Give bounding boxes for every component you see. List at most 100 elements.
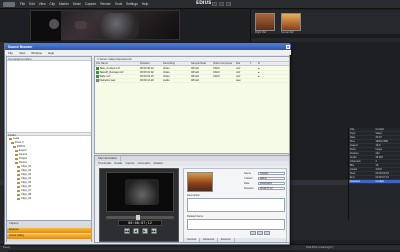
tree-item[interactable]: Clips_07 xyxy=(17,189,31,193)
info-row-selected[interactable]: SelectedCockpit xyxy=(349,180,400,184)
tree-item[interactable]: Clips_08 xyxy=(17,193,31,197)
tree-item[interactable]: Clips_02 xyxy=(17,169,31,173)
apply-button[interactable] xyxy=(250,231,256,235)
scrub-slider[interactable] xyxy=(106,216,174,219)
maximize-button[interactable] xyxy=(219,2,224,6)
tree-item[interactable]: Clips_04 xyxy=(17,177,31,181)
player-frame xyxy=(125,179,159,205)
info-value: 16 xyxy=(375,164,400,167)
device-item-selected[interactable]: Explorer xyxy=(7,228,91,233)
dialog-menu-item[interactable]: View xyxy=(19,51,25,54)
tree-item[interactable]: Drive C: xyxy=(11,141,24,145)
duration-cell: 00:00:10:02 xyxy=(139,71,162,74)
preview-monitor[interactable] xyxy=(30,10,180,40)
file-list-panel: C:\Grass Valley\Clips\Aircraft File Name… xyxy=(94,56,290,154)
tab-advanced[interactable]: Advanced xyxy=(200,238,218,242)
disk-status: Disk:63% remaining(C:) xyxy=(306,246,333,249)
duration-field[interactable]: 00:00:07:12 xyxy=(258,187,285,191)
dialog-menu-item[interactable]: File xyxy=(8,51,13,54)
clip-thumbnail xyxy=(187,172,213,192)
info-key: Clip xyxy=(349,128,375,131)
menu-item[interactable]: Marker xyxy=(59,2,69,6)
toolbar-button[interactable]: Related xyxy=(154,162,163,165)
info-value: 48 kHz xyxy=(375,156,400,159)
column-header[interactable]: File xyxy=(235,62,249,65)
duration-cell: 00:00:04:15 xyxy=(139,75,162,78)
tree-item[interactable]: Source xyxy=(15,153,27,157)
clip-thumbnail[interactable] xyxy=(281,13,301,31)
menu-item[interactable]: Mode xyxy=(73,2,81,6)
date-field[interactable]: 2012/04/10 xyxy=(258,182,285,186)
bin-tabs[interactable] xyxy=(251,34,400,38)
reset-button[interactable] xyxy=(257,231,263,235)
step-back-button[interactable]: ◀ xyxy=(133,228,139,234)
menu-item[interactable]: Render xyxy=(100,2,110,6)
tree-item-label: Clips_04 xyxy=(21,177,31,180)
close-button[interactable] xyxy=(226,2,231,6)
tree-item[interactable]: Clips_09 xyxy=(17,197,31,201)
dialog-menu-item[interactable]: Window xyxy=(31,51,42,54)
tab-general[interactable]: General xyxy=(184,238,200,242)
folder-icon xyxy=(15,150,18,152)
dialog-menu-item[interactable]: Help xyxy=(48,51,54,54)
file-name: Takeoff_Runway.mxf xyxy=(100,71,124,74)
bin-clip[interactable]: Flight Ref xyxy=(255,13,275,34)
menu-item[interactable]: Edit xyxy=(29,2,35,6)
menu-item[interactable]: Tools xyxy=(115,2,122,6)
tree-item[interactable]: Export xyxy=(15,149,27,153)
tree-item[interactable]: Clips_05 xyxy=(17,181,31,185)
menu-item[interactable]: File xyxy=(20,2,25,6)
column-header[interactable]: Recording xyxy=(162,62,190,65)
tree-item-label: Project xyxy=(19,157,27,160)
player-screen[interactable] xyxy=(106,172,174,212)
name-field[interactable]: Cockpit xyxy=(258,172,285,176)
bin-window: Flight Ref Sunset Ref xyxy=(250,10,400,42)
toolbar-button[interactable]: Information xyxy=(138,162,151,165)
menu-item[interactable]: View xyxy=(39,2,46,6)
tree-item-label: Clips_09 xyxy=(21,197,31,200)
description-label: Description xyxy=(187,194,200,197)
device-item[interactable]: Capture xyxy=(7,222,91,227)
toolbar-button[interactable]: Thumbnails xyxy=(98,162,111,165)
creator-field[interactable]: Admin xyxy=(258,177,285,181)
tree-item[interactable]: Clips_06 xyxy=(17,185,31,189)
menu-item[interactable]: Settings xyxy=(126,2,138,6)
tree-item[interactable]: Clips_03 xyxy=(17,173,31,177)
tab-essence[interactable]: Essence xyxy=(218,238,235,242)
tree-item[interactable]: Project xyxy=(15,157,27,161)
compression-cell: XAVC xyxy=(212,75,235,78)
recording-cell: Video xyxy=(162,71,190,74)
column-header[interactable]: Video Compress xyxy=(212,62,235,65)
tree-item-label: EDIUS xyxy=(17,145,25,148)
description-field[interactable] xyxy=(187,198,285,212)
file-cell: mxf xyxy=(235,67,249,70)
related-items-field[interactable] xyxy=(187,219,285,230)
column-header[interactable]: D xyxy=(257,62,265,65)
file-name-cell: Wide.mxf xyxy=(95,75,139,78)
field-label: Date xyxy=(244,182,249,185)
t-cell xyxy=(249,71,257,74)
menu-item[interactable]: Clip xyxy=(50,2,56,6)
minimize-button[interactable] xyxy=(212,2,217,6)
more-button[interactable] xyxy=(264,231,270,235)
tree-item[interactable]: Local xyxy=(9,137,19,141)
column-header[interactable]: Sample Rate xyxy=(190,62,212,65)
menu-item[interactable]: Capture xyxy=(85,2,96,6)
fast-forward-button[interactable]: ▶▶ xyxy=(151,228,157,234)
device-item[interactable]: Grass Valley xyxy=(7,234,91,239)
toolbar-button[interactable]: Capture xyxy=(125,162,134,165)
column-header[interactable]: File Name xyxy=(95,62,139,65)
clip-thumbnail[interactable] xyxy=(255,13,275,31)
column-header[interactable]: Duration xyxy=(139,62,162,65)
rewind-button[interactable]: ◀◀ xyxy=(124,228,130,234)
table-row[interactable]: Narration.wav 00:00:12:20 Audio 48 kHz w… xyxy=(95,79,289,83)
toolbar-button[interactable]: Details xyxy=(114,162,122,165)
tree-item[interactable]: Clips_01 xyxy=(17,165,31,169)
tree-item[interactable]: EDIUS xyxy=(13,145,25,149)
bin-clip[interactable]: Sunset Ref xyxy=(281,13,301,34)
tree-item[interactable]: Device xyxy=(15,161,27,165)
menu-item[interactable]: Help xyxy=(142,2,149,6)
play-button[interactable]: ▶ xyxy=(142,228,148,234)
close-icon[interactable]: × xyxy=(286,45,290,49)
column-header[interactable]: T xyxy=(249,62,257,65)
